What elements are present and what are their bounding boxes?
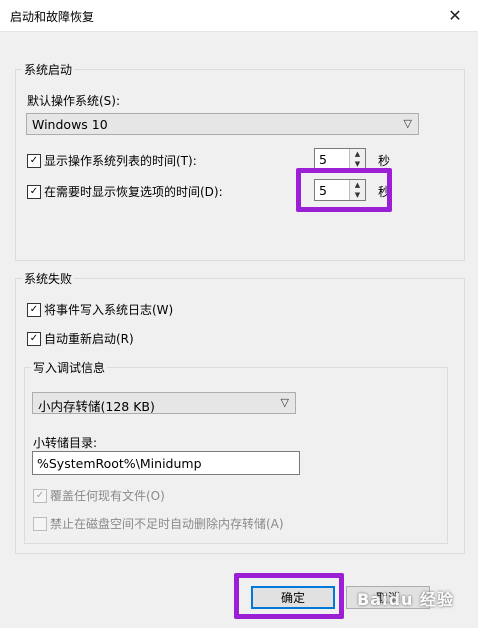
disable-auto-delete-checkbox[interactable]: 禁止在磁盘空间不足时自动删除内存转储(A) (33, 515, 284, 532)
debug-type-value: 小内存转储(128 KB) (38, 399, 155, 414)
dump-dir-value: %SystemRoot%\Minidump (37, 456, 202, 471)
write-event-label: 将事件写入系统日志(W) (44, 303, 174, 317)
title-bar: 启动和故障恢复 ✕ (0, 0, 478, 32)
dump-dir-input[interactable]: %SystemRoot%\Minidump (32, 451, 300, 475)
show-os-list-spinner[interactable]: 5 ▲ ▼ (314, 148, 366, 170)
overwrite-checkbox[interactable]: ✓ 覆盖任何现有文件(O) (33, 487, 165, 504)
show-recovery-checkbox[interactable]: ✓ 在需要时显示恢复选项的时间(D): (27, 183, 223, 200)
window-title: 启动和故障恢复 (10, 10, 95, 24)
auto-restart-checkbox[interactable]: ✓ 自动重新启动(R) (27, 330, 134, 347)
disable-auto-delete-label: 禁止在磁盘空间不足时自动删除内存转储(A) (50, 517, 284, 531)
chevron-down-icon: ▽ (280, 396, 289, 409)
bottom-strip (0, 628, 478, 636)
chevron-down-icon: ▽ (403, 117, 412, 130)
debug-type-dropdown[interactable]: 小内存转储(128 KB) ▽ (32, 392, 296, 414)
show-os-list-label: 显示操作系统列表的时间(T): (44, 154, 197, 168)
checkmark-icon: ✓ (27, 184, 41, 199)
show-os-list-checkbox[interactable]: ✓ 显示操作系统列表的时间(T): (27, 152, 197, 169)
debug-info-legend: 写入调试信息 (31, 359, 108, 376)
checkmark-icon: ✓ (27, 331, 41, 346)
default-os-dropdown[interactable]: Windows 10 ▽ (26, 113, 419, 135)
checkmark-icon: ✓ (33, 488, 47, 503)
show-os-list-value: 5 (319, 152, 327, 167)
empty-checkbox-icon (33, 516, 47, 531)
close-icon[interactable]: ✕ (432, 0, 478, 31)
checkmark-icon: ✓ (27, 302, 41, 317)
ok-button-highlight (234, 573, 344, 619)
show-os-list-unit: 秒 (378, 154, 391, 168)
recovery-time-highlight (296, 168, 392, 212)
auto-restart-label: 自动重新启动(R) (44, 332, 134, 346)
show-recovery-label: 在需要时显示恢复选项的时间(D): (44, 185, 223, 199)
system-failure-legend: 系统失败 (22, 270, 75, 287)
dump-dir-label: 小转储目录: (33, 436, 98, 450)
checkmark-icon: ✓ (27, 153, 41, 168)
system-startup-legend: 系统启动 (22, 61, 75, 78)
baidu-watermark: Baidu 经验 (357, 590, 454, 609)
default-os-label: 默认操作系统(S): (27, 94, 121, 108)
startup-recovery-dialog: 启动和故障恢复 ✕ 系统启动 默认操作系统(S): Windows 10 ▽ ✓… (0, 0, 478, 636)
overwrite-label: 覆盖任何现有文件(O) (50, 489, 165, 503)
default-os-value: Windows 10 (32, 117, 108, 132)
write-event-checkbox[interactable]: ✓ 将事件写入系统日志(W) (27, 301, 173, 318)
